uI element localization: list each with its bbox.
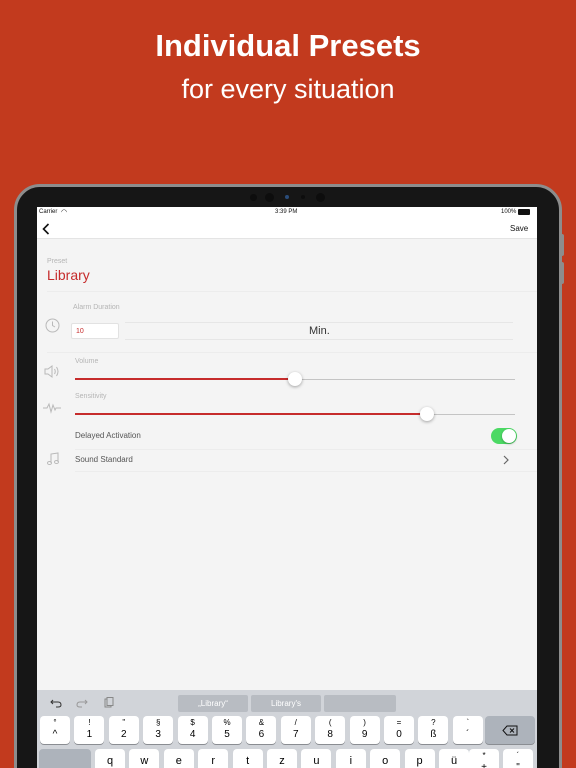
key-plus[interactable]: * + [469,749,499,768]
letter-key[interactable]: ü [439,749,469,768]
volume-thumb[interactable] [288,372,302,386]
volume-fill [75,378,295,380]
sensitivity-label: Sensitivity [75,393,107,400]
clock: 3:39 PM [275,209,298,215]
key-acute[interactable]: ´ " [503,749,533,768]
paste-icon[interactable] [104,697,114,708]
toggle-knob [502,429,516,443]
waveform-icon [43,402,61,414]
suggestion-2[interactable]: Library's [251,695,321,712]
letter-key[interactable]: e [163,749,194,768]
camera-dot [316,193,325,202]
delete-key[interactable] [485,716,535,744]
number-key[interactable]: ° ^ [40,716,70,744]
number-key[interactable]: & 6 [246,716,277,744]
number-key[interactable]: " 2 [108,716,139,744]
camera-lens [285,195,289,199]
letter-key[interactable]: z [267,749,297,768]
volume-label: Volume [75,358,99,365]
preset-label: Preset [47,258,68,265]
divider [47,352,537,353]
status-bar: Carrier ◠ 3:39 PM 100% [37,207,537,219]
camera-dot [301,195,305,199]
letter-key[interactable]: r [198,749,229,768]
number-key[interactable]: % 5 [212,716,242,744]
duration-unit-label: Min. [309,325,330,337]
volume-slider[interactable] [75,370,515,388]
duration-unit-picker[interactable]: Min. [125,322,513,340]
number-key[interactable]: ! 1 [74,716,105,744]
suggestion-1[interactable]: „Library“ [178,695,248,712]
speaker-icon [44,365,59,378]
alarm-duration-value: 10 [76,328,84,335]
suggestion-3[interactable] [324,695,396,712]
letter-key[interactable]: q [95,749,125,768]
back-chevron-icon[interactable] [42,223,50,235]
letter-key[interactable]: p [404,749,435,768]
music-note-icon [47,452,59,465]
divider [75,471,537,472]
camera-dot [250,194,257,201]
number-key[interactable]: = 0 [384,716,414,744]
sensitivity-slider[interactable] [75,405,515,423]
number-key[interactable]: § 3 [143,716,174,744]
sound-label: Sound Standard [75,455,133,464]
side-button [560,234,564,256]
sound-row[interactable]: Sound Standard [75,450,515,470]
letter-key[interactable]: i [335,749,366,768]
promo-subtitle: for every situation [181,74,395,104]
clock-icon [45,318,60,333]
nav-bar: Save [37,219,537,239]
delete-icon [502,725,518,736]
preset-name-field[interactable]: Library [47,267,90,283]
number-key[interactable]: ? ß [418,716,449,744]
alarm-duration-label: Alarm Duration [73,304,120,311]
carrier-label: Carrier [39,209,58,215]
chevron-right-icon [503,455,509,465]
camera-dot [265,193,274,202]
sensitivity-fill [75,413,427,415]
number-key[interactable]: $4 [177,716,208,744]
redo-icon[interactable] [76,698,88,708]
promo-title: Individual Presets [155,28,421,63]
letter-key[interactable]: w [129,749,160,768]
delayed-activation-toggle[interactable] [491,428,517,444]
battery-icon [518,209,530,215]
keyboard: „Library“ Library's ° ^! 1 " 2 § 3 $4% 5 & 6/7(8) 9… [37,690,537,768]
save-button[interactable]: Save [510,224,528,233]
letter-key[interactable]: u [301,749,332,768]
battery-percent: 100% [501,209,517,215]
number-key[interactable]: (8 [315,716,346,744]
delayed-activation-label: Delayed Activation [75,431,141,440]
letter-key[interactable]: t [232,749,263,768]
divider [47,291,537,292]
app-screen: Carrier ◠ 3:39 PM 100% Save Preset Libra… [37,207,537,768]
undo-icon[interactable] [50,698,62,708]
tab-key[interactable] [39,749,91,768]
wifi-icon: ◠ [61,209,68,216]
alarm-duration-input[interactable]: 10 [71,323,119,339]
number-key[interactable]: /7 [280,716,311,744]
number-key[interactable]: ) 9 [349,716,380,744]
number-key[interactable]: ` ´ [452,716,483,744]
letter-key[interactable]: o [370,749,401,768]
sensitivity-thumb[interactable] [420,407,434,421]
side-button [560,262,564,284]
